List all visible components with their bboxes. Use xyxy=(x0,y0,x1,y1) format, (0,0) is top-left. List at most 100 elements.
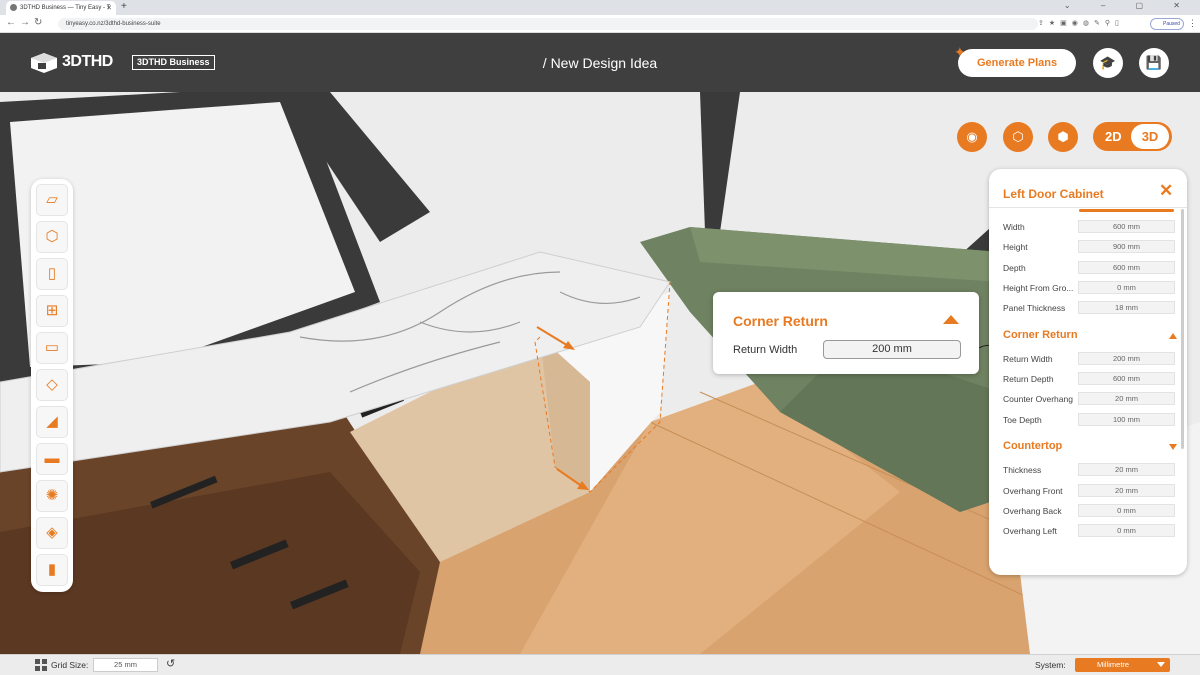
toggle-3d[interactable]: 3D xyxy=(1131,124,1169,149)
tool-stairs[interactable]: ◢ xyxy=(36,406,68,438)
tape-measure-icon: ◉ xyxy=(966,129,978,144)
toe-depth-input[interactable]: 100 mm xyxy=(1078,413,1175,426)
width-label: Width xyxy=(1003,222,1025,232)
system-label: System: xyxy=(1035,660,1066,670)
overhang-back-label: Overhang Back xyxy=(1003,506,1062,516)
new-tab-button[interactable]: + xyxy=(121,1,127,12)
height-from-ground-label: Height From Gro... xyxy=(1003,283,1074,293)
door-icon: ▯ xyxy=(47,265,57,282)
browser-menu-icon[interactable]: ⋮ xyxy=(1188,18,1197,29)
tool-door[interactable]: ▯ xyxy=(36,258,68,290)
corner-return-collapse-icon[interactable] xyxy=(1169,333,1177,339)
panel-scrollbar[interactable] xyxy=(1181,209,1184,449)
camera-box-icon: ⬡ xyxy=(1012,129,1024,144)
tool-furniture[interactable]: ▬ xyxy=(36,443,68,475)
unit-system-select[interactable]: Millimetre xyxy=(1075,658,1170,672)
return-width-input[interactable]: 200 mm xyxy=(823,340,961,359)
grid-size-label: Grid Size: xyxy=(51,660,89,670)
graduation-cap-icon: 🎓 xyxy=(1099,55,1117,70)
floor-icon: ▱ xyxy=(46,191,58,208)
width-input[interactable]: 600 mm xyxy=(1078,220,1175,233)
overhang-left-input[interactable]: 0 mm xyxy=(1078,524,1175,537)
url-text: tinyeasy.co.nz/3dthd-business-suite xyxy=(66,21,161,27)
return-depth-label: Return Depth xyxy=(1003,374,1054,384)
toggle-2d[interactable]: 2D xyxy=(1105,129,1122,144)
overhang-front-input[interactable]: 20 mm xyxy=(1078,484,1175,497)
return-width-label: Return Width xyxy=(733,344,798,356)
profile-label: Paused xyxy=(1163,21,1180,27)
panel-thickness-input[interactable]: 18 mm xyxy=(1078,301,1175,314)
wall-panel-icon: ▭ xyxy=(44,339,60,356)
address-bar-row: ← → ↻ tinyeasy.co.nz/3dthd-business-suit… xyxy=(0,15,1200,33)
counter-overhang-input[interactable]: 20 mm xyxy=(1078,392,1175,405)
back-icon[interactable]: ← xyxy=(6,17,16,28)
browser-tab-title: 3DTHD Business — Tiny Easy - T xyxy=(20,5,111,11)
url-field[interactable]: tinyeasy.co.nz/3dthd-business-suite xyxy=(58,18,1038,30)
tool-lighting[interactable]: ✺ xyxy=(36,480,68,512)
browser-tab[interactable]: 3DTHD Business — Tiny Easy - T ✕ xyxy=(6,1,116,15)
forward-icon[interactable]: → xyxy=(20,17,30,28)
camera-box-button[interactable]: ⬡ xyxy=(1003,122,1033,152)
depth-input[interactable]: 600 mm xyxy=(1078,261,1175,274)
return-width-row-input[interactable]: 200 mm xyxy=(1078,352,1175,365)
collapse-triangle-icon[interactable] xyxy=(943,315,959,324)
overhang-left-label: Overhang Left xyxy=(1003,526,1057,536)
reset-grid-icon[interactable]: ↺ xyxy=(166,657,175,670)
return-depth-input[interactable]: 600 mm xyxy=(1078,372,1175,385)
window-controls[interactable]: ⌄ – ▢ ✕ xyxy=(1064,1,1194,10)
tool-slab[interactable]: ◇ xyxy=(36,369,68,401)
height-from-ground-input[interactable]: 0 mm xyxy=(1078,281,1175,294)
height-input[interactable]: 900 mm xyxy=(1078,240,1175,253)
camera-cube-icon: ⬢ xyxy=(1057,129,1069,144)
tool-wall-panel[interactable]: ▭ xyxy=(36,332,68,364)
bookmark-icon: ▮ xyxy=(47,561,57,578)
panel-scroll-indicator xyxy=(1079,209,1174,212)
view-toggle[interactable]: 2D 3D xyxy=(1093,122,1172,151)
camera-cube-button[interactable]: ⬢ xyxy=(1048,122,1078,152)
unit-system-value: Millimetre xyxy=(1097,660,1130,669)
tool-window[interactable]: ⊞ xyxy=(36,295,68,327)
learn-button[interactable]: 🎓 xyxy=(1093,48,1123,78)
reload-icon[interactable]: ↻ xyxy=(34,17,42,28)
sofa-icon: ▬ xyxy=(44,450,60,467)
generate-plans-label: Generate Plans xyxy=(977,57,1058,69)
corner-return-popup: Corner Return Return Width 200 mm xyxy=(713,292,979,374)
popup-title: Corner Return xyxy=(733,313,828,329)
favicon-icon xyxy=(10,4,17,11)
return-width-row-label: Return Width xyxy=(1003,354,1053,364)
browser-tab-bar: 3DTHD Business — Tiny Easy - T ✕ + ⌄ – ▢… xyxy=(0,0,1200,15)
grid-icon xyxy=(35,659,47,671)
properties-panel: Left Door Cabinet ✕ Width 600 mm Height … xyxy=(989,169,1187,575)
close-tab-icon[interactable]: ✕ xyxy=(106,4,112,12)
panel-divider xyxy=(989,207,1187,208)
toe-depth-label: Toe Depth xyxy=(1003,415,1042,425)
tool-paint[interactable]: ◈ xyxy=(36,517,68,549)
save-button[interactable]: 💾 xyxy=(1139,48,1169,78)
panel-thickness-label: Panel Thickness xyxy=(1003,303,1066,313)
overhang-front-label: Overhang Front xyxy=(1003,486,1063,496)
height-label: Height xyxy=(1003,242,1028,252)
left-toolbar: ▱ ⬡ ▯ ⊞ ▭ ◇ ◢ ▬ ✺ ◈ ▮ xyxy=(31,179,73,592)
close-panel-icon[interactable]: ✕ xyxy=(1159,181,1173,201)
tool-room[interactable]: ⬡ xyxy=(36,221,68,253)
light-bulb-icon: ✺ xyxy=(45,487,59,504)
thickness-input[interactable]: 20 mm xyxy=(1078,463,1175,476)
bottom-bar: Grid Size: 25 mm ↺ System: Millimetre xyxy=(0,654,1200,675)
panel-title: Left Door Cabinet xyxy=(1003,187,1104,201)
countertop-expand-icon[interactable] xyxy=(1169,444,1177,450)
tape-measure-button[interactable]: ◉ xyxy=(957,122,987,152)
generate-plans-button[interactable]: Generate Plans xyxy=(958,49,1076,77)
corner-return-section-title[interactable]: Corner Return xyxy=(1003,329,1078,341)
paint-bucket-icon: ◈ xyxy=(46,524,58,541)
tool-bookmark[interactable]: ▮ xyxy=(36,554,68,586)
thickness-label: Thickness xyxy=(1003,465,1042,475)
slab-icon: ◇ xyxy=(46,376,58,393)
floppy-disk-icon: 💾 xyxy=(1145,55,1163,70)
extension-icons[interactable]: ⇪★▣◉◍✎⚲▯ xyxy=(1038,19,1124,27)
tool-floor[interactable]: ▱ xyxy=(36,184,68,216)
profile-button[interactable]: Paused xyxy=(1150,18,1184,30)
counter-overhang-label: Counter Overhang xyxy=(1003,394,1073,404)
countertop-section-title[interactable]: Countertop xyxy=(1003,440,1062,452)
overhang-back-input[interactable]: 0 mm xyxy=(1078,504,1175,517)
grid-size-input[interactable]: 25 mm xyxy=(93,658,158,672)
